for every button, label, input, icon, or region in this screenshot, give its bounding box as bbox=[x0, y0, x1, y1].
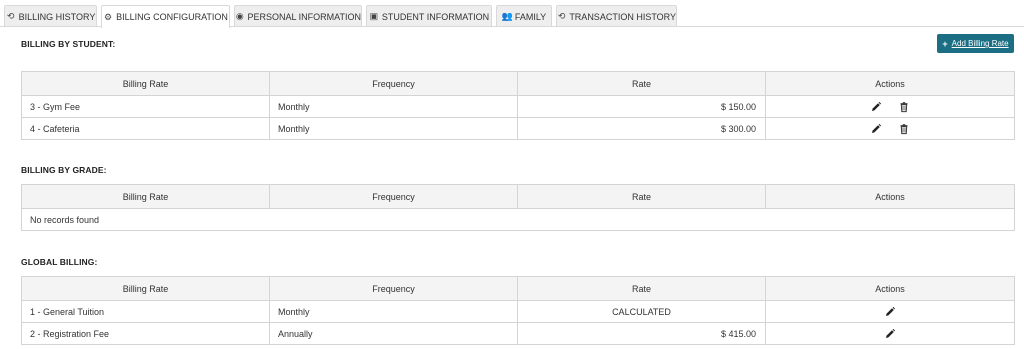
tab-billing-history[interactable]: ⟲ BILLING HISTORY bbox=[4, 5, 97, 27]
frequency-cell: Annually bbox=[269, 322, 518, 345]
history-icon: ⟲ bbox=[557, 11, 566, 21]
column-header-frequency[interactable]: Frequency bbox=[269, 276, 518, 301]
rate-cell: $ 150.00 bbox=[517, 95, 766, 118]
tab-transaction-history[interactable]: ⟲ TRANSACTION HISTORY bbox=[556, 5, 677, 27]
tab-label: BILLING HISTORY bbox=[18, 11, 96, 22]
frequency-cell: Monthly bbox=[269, 300, 518, 323]
add-billing-rate-button[interactable]: + Add Billing Rate bbox=[937, 34, 1014, 53]
billing-rate-cell: 1 - General Tuition bbox=[21, 300, 270, 323]
tab-label: TRANSACTION HISTORY bbox=[569, 11, 676, 22]
actions-cell bbox=[765, 117, 1015, 140]
gear-icon: ⚙ bbox=[104, 11, 113, 22]
rate-cell: $ 415.00 bbox=[517, 322, 766, 345]
column-header-actions: Actions bbox=[765, 71, 1015, 96]
add-billing-rate-label: Add Billing Rate bbox=[951, 39, 1009, 48]
column-header-billing-rate[interactable]: Billing Rate bbox=[21, 276, 270, 301]
table-header-row: Billing Rate Frequency Rate Actions bbox=[21, 184, 1015, 209]
table-header-row: Billing Rate Frequency Rate Actions bbox=[21, 71, 1015, 96]
table-row: 1 - General Tuition Monthly CALCULATED bbox=[21, 300, 1015, 323]
actions-cell bbox=[765, 95, 1015, 118]
table-row: 2 - Registration Fee Annually $ 415.00 bbox=[21, 322, 1015, 345]
history-icon: ⟲ bbox=[6, 11, 15, 21]
billing-rate-cell: 4 - Cafeteria bbox=[21, 117, 270, 140]
id-card-icon: ▣ bbox=[369, 11, 379, 21]
column-header-actions: Actions bbox=[765, 184, 1015, 209]
billing-rate-cell: 3 - Gym Fee bbox=[21, 95, 270, 118]
tab-label: PERSONAL INFORMATION bbox=[247, 11, 361, 22]
billing-by-student-table: Billing Rate Frequency Rate Actions 3 - … bbox=[21, 71, 1015, 140]
users-icon: 👥 bbox=[501, 11, 514, 21]
table-header-row: Billing Rate Frequency Rate Actions bbox=[21, 276, 1015, 301]
column-header-billing-rate[interactable]: Billing Rate bbox=[21, 184, 270, 209]
tab-bar: ⟲ BILLING HISTORY ⚙ BILLING CONFIGURATIO… bbox=[0, 5, 1024, 28]
tab-family[interactable]: 👥 FAMILY bbox=[496, 5, 552, 27]
tab-label: BILLING CONFIGURATION bbox=[116, 12, 228, 22]
rate-cell: CALCULATED bbox=[517, 300, 766, 323]
column-header-actions: Actions bbox=[765, 276, 1015, 301]
billing-by-grade-table: Billing Rate Frequency Rate Actions No r… bbox=[21, 184, 1015, 231]
column-header-billing-rate[interactable]: Billing Rate bbox=[21, 71, 270, 96]
no-records-text: No records found bbox=[21, 208, 1015, 231]
user-circle-icon: ◉ bbox=[235, 11, 244, 21]
column-header-rate[interactable]: Rate bbox=[517, 184, 766, 209]
trash-icon[interactable] bbox=[898, 123, 910, 135]
actions-cell bbox=[765, 300, 1015, 323]
frequency-cell: Monthly bbox=[269, 117, 518, 140]
column-header-rate[interactable]: Rate bbox=[517, 71, 766, 96]
frequency-cell: Monthly bbox=[269, 95, 518, 118]
rate-cell: $ 300.00 bbox=[517, 117, 766, 140]
section-title-billing-by-student: BILLING BY STUDENT: bbox=[21, 39, 116, 49]
section-title-billing-by-grade: BILLING BY GRADE: bbox=[21, 165, 107, 175]
column-header-rate[interactable]: Rate bbox=[517, 276, 766, 301]
pencil-icon[interactable] bbox=[870, 123, 882, 135]
pencil-icon[interactable] bbox=[884, 328, 896, 340]
tab-label: FAMILY bbox=[514, 11, 547, 22]
section-title-global-billing: GLOBAL BILLING: bbox=[21, 257, 98, 267]
plus-icon: + bbox=[942, 38, 948, 49]
pencil-icon[interactable] bbox=[884, 306, 896, 318]
tab-billing-configuration[interactable]: ⚙ BILLING CONFIGURATION bbox=[101, 5, 230, 28]
column-header-frequency[interactable]: Frequency bbox=[269, 71, 518, 96]
pencil-icon[interactable] bbox=[870, 101, 882, 113]
tab-label: STUDENT INFORMATION bbox=[381, 11, 490, 22]
billing-rate-cell: 2 - Registration Fee bbox=[21, 322, 270, 345]
actions-cell bbox=[765, 322, 1015, 345]
trash-icon[interactable] bbox=[898, 101, 910, 113]
table-row: 3 - Gym Fee Monthly $ 150.00 bbox=[21, 95, 1015, 118]
tab-student-information[interactable]: ▣ STUDENT INFORMATION bbox=[366, 5, 492, 27]
column-header-frequency[interactable]: Frequency bbox=[269, 184, 518, 209]
empty-row: No records found bbox=[21, 208, 1015, 231]
table-row: 4 - Cafeteria Monthly $ 300.00 bbox=[21, 117, 1015, 140]
tab-personal-information[interactable]: ◉ PERSONAL INFORMATION bbox=[234, 5, 362, 27]
global-billing-table: Billing Rate Frequency Rate Actions 1 - … bbox=[21, 276, 1015, 345]
